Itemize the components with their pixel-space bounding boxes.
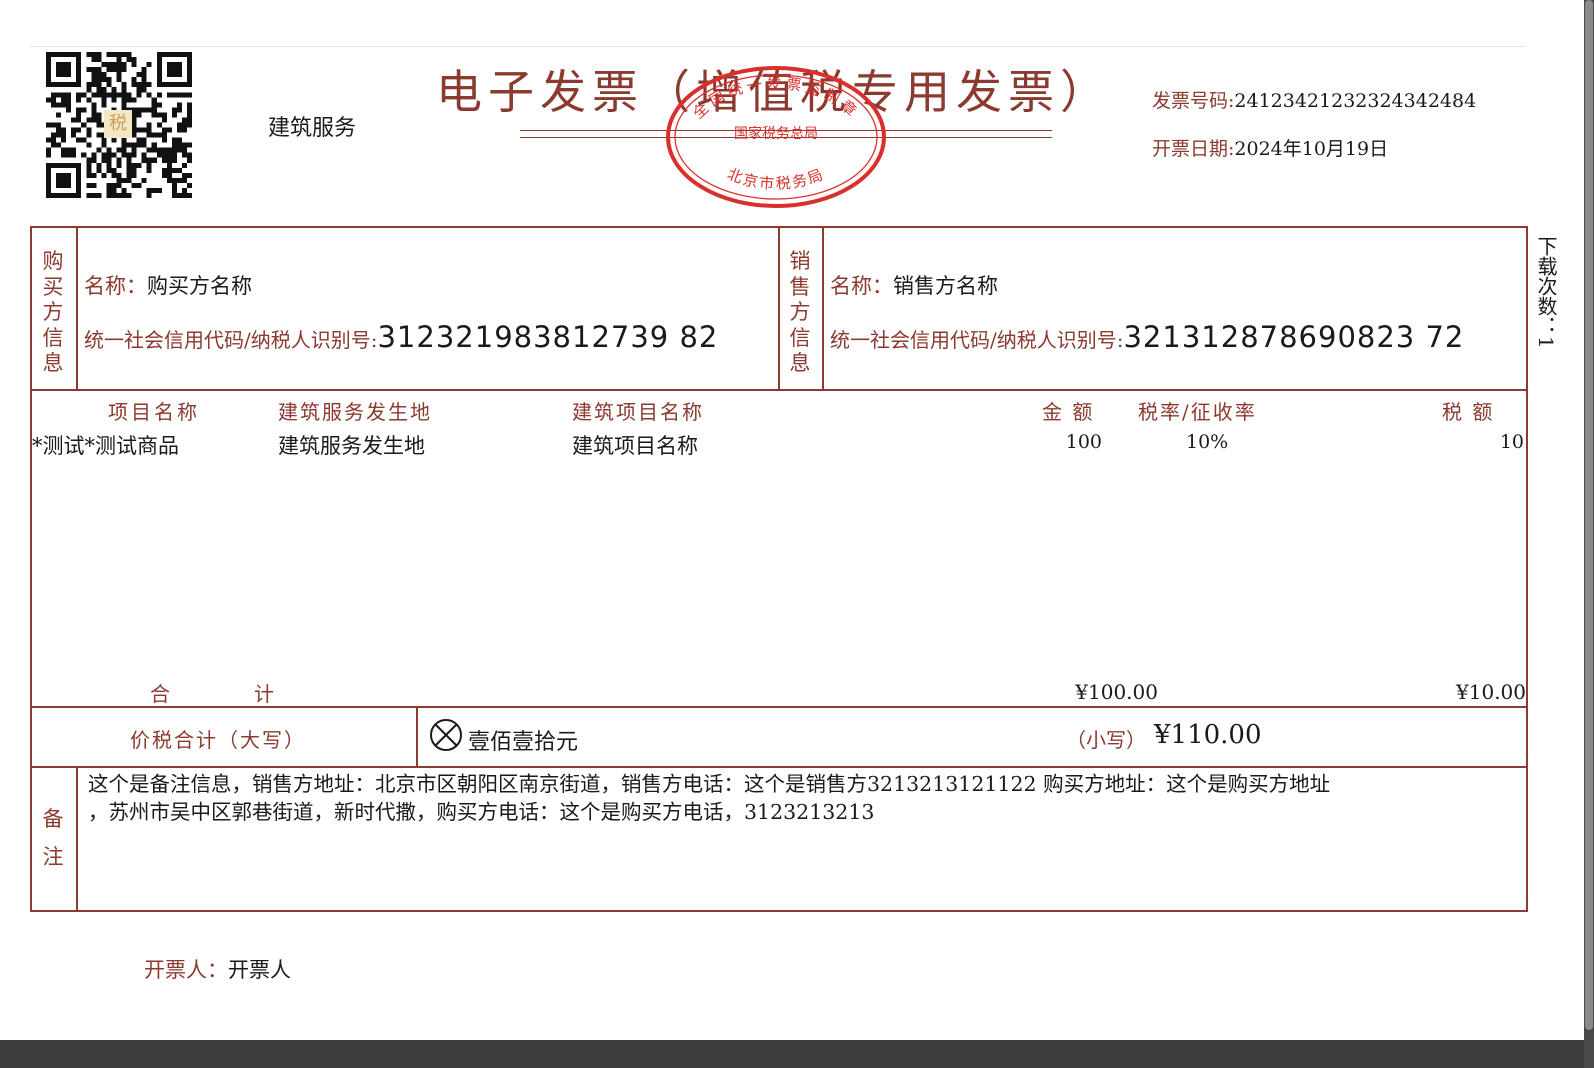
side-label-char: 息 <box>789 351 811 375</box>
row-project: 建筑项目名称 <box>572 434 698 458</box>
invoice-date: 开票日期:2024年10月19日 <box>1152 134 1388 161</box>
frame-right <box>1526 226 1528 912</box>
invoice-page: 税 建筑服务 电子发票（增值税专用发票） 全国统一发票监制章 国家税务总局 北京… <box>0 0 1584 1040</box>
scrollbar[interactable] <box>1584 0 1594 1068</box>
header-item-name: 项目名称 <box>108 400 200 424</box>
issuer: 开票人：开票人 <box>144 954 291 984</box>
seal-middle-text: 国家税务总局 <box>734 125 818 142</box>
grand-total-lowercase-label: （小写） <box>1066 728 1146 752</box>
grand-total-lowercase-value: ¥110.00 <box>1154 720 1262 750</box>
official-seal: 全国统一发票监制章 国家税务总局 北京市税务局 <box>664 64 888 210</box>
header-rate: 税率/征收率 <box>1138 400 1257 424</box>
row-item-name: *测试*测试商品 <box>32 434 179 458</box>
party-divider-right <box>822 226 824 391</box>
invoice-date-label: 开票日期: <box>1152 138 1235 160</box>
frame-left <box>30 226 32 912</box>
download-count: 下载次数：1 <box>1534 236 1558 349</box>
scrollbar-thumb[interactable] <box>1585 0 1593 1030</box>
buyer-name-value: 购买方名称 <box>147 274 252 298</box>
buyer-code-value: 312321983812739 82 <box>377 320 719 354</box>
grand-total-uppercase: 壹佰壹拾元 <box>468 730 579 755</box>
header-tax: 税 额 <box>1442 400 1495 424</box>
side-label-char: 方 <box>42 300 64 324</box>
seller-name-label: 名称： <box>830 274 893 298</box>
row-rate: 10% <box>1186 431 1229 453</box>
buyer-label-divider <box>76 226 78 391</box>
row-location: 建筑服务发生地 <box>278 434 425 458</box>
seller-name: 名称：销售方名称 <box>830 270 998 300</box>
side-label-char: 备 <box>42 807 64 831</box>
invoice-number-label: 发票号码: <box>1152 90 1235 112</box>
invoice-number: 发票号码:24123421232324342484 <box>1152 86 1476 113</box>
remarks-line-1: 这个是备注信息，销售方地址：北京市区朝阳区南京街道，销售方电话：这个是销售方32… <box>88 772 1331 796</box>
party-divider-left <box>778 226 780 391</box>
seal-bottom-text: 北京市税务局 <box>725 165 825 193</box>
side-label-char: 购 <box>42 249 64 273</box>
frame-bottom <box>30 910 1528 912</box>
circle-x-icon <box>429 718 463 752</box>
side-label-char: 信 <box>789 325 811 350</box>
total-label-1: 合 <box>150 682 170 706</box>
qr-badge: 税 <box>104 110 132 138</box>
side-label-char: 息 <box>42 351 64 375</box>
header-project: 建筑项目名称 <box>572 400 704 424</box>
issuer-value: 开票人 <box>228 958 291 982</box>
issuer-label: 开票人： <box>144 958 228 982</box>
side-label-char: 注 <box>42 845 64 869</box>
invoice-date-value: 2024年10月19日 <box>1234 138 1389 160</box>
row-tax: 10 <box>1499 431 1524 453</box>
seller-name-value: 销售方名称 <box>893 274 998 298</box>
buyer-code-label: 统一社会信用代码/纳税人识别号: <box>84 328 378 352</box>
total-amount: ¥100.00 <box>1075 680 1158 704</box>
buyer-name-label: 名称： <box>84 274 147 298</box>
buyer-name: 名称：购买方名称 <box>84 270 252 300</box>
row-amount: 100 <box>1065 431 1102 453</box>
csdn-watermark: CSDN @还算善良_ <box>1318 1010 1544 1040</box>
seller-code-value: 321312878690823 72 <box>1123 320 1465 354</box>
seller-code: 统一社会信用代码/纳税人识别号:321312878690823 72 <box>830 320 1464 354</box>
buyer-code: 统一社会信用代码/纳税人识别号:312321983812739 82 <box>84 320 718 354</box>
total-tax: ¥10.00 <box>1456 680 1526 704</box>
side-label-char: 销 <box>789 249 811 273</box>
side-label-char: 信 <box>42 325 64 350</box>
side-label-char: 买 <box>42 274 64 299</box>
remarks-line-2: ，苏州市吴中区郭巷街道，新时代撒，购买方电话：这个是购买方电话，31232132… <box>88 800 875 824</box>
seller-code-label: 统一社会信用代码/纳税人识别号: <box>830 328 1124 352</box>
grand-total-label: 价税合计（大写） <box>130 728 306 752</box>
header-amount: 金 额 <box>1042 400 1095 424</box>
grand-total-divider <box>416 706 418 768</box>
total-label-2: 计 <box>254 682 274 706</box>
remarks-label-divider <box>76 766 78 912</box>
service-type: 建筑服务 <box>268 116 357 141</box>
svg-text:北京市税务局: 北京市税务局 <box>725 165 827 193</box>
top-rule <box>30 46 1526 47</box>
invoice-number-value: 24123421232324342484 <box>1234 90 1477 112</box>
side-label-char: 售 <box>789 274 811 299</box>
header-location: 建筑服务发生地 <box>278 400 432 424</box>
qr-code: 税 <box>46 52 192 198</box>
side-label-char: 方 <box>789 300 811 324</box>
